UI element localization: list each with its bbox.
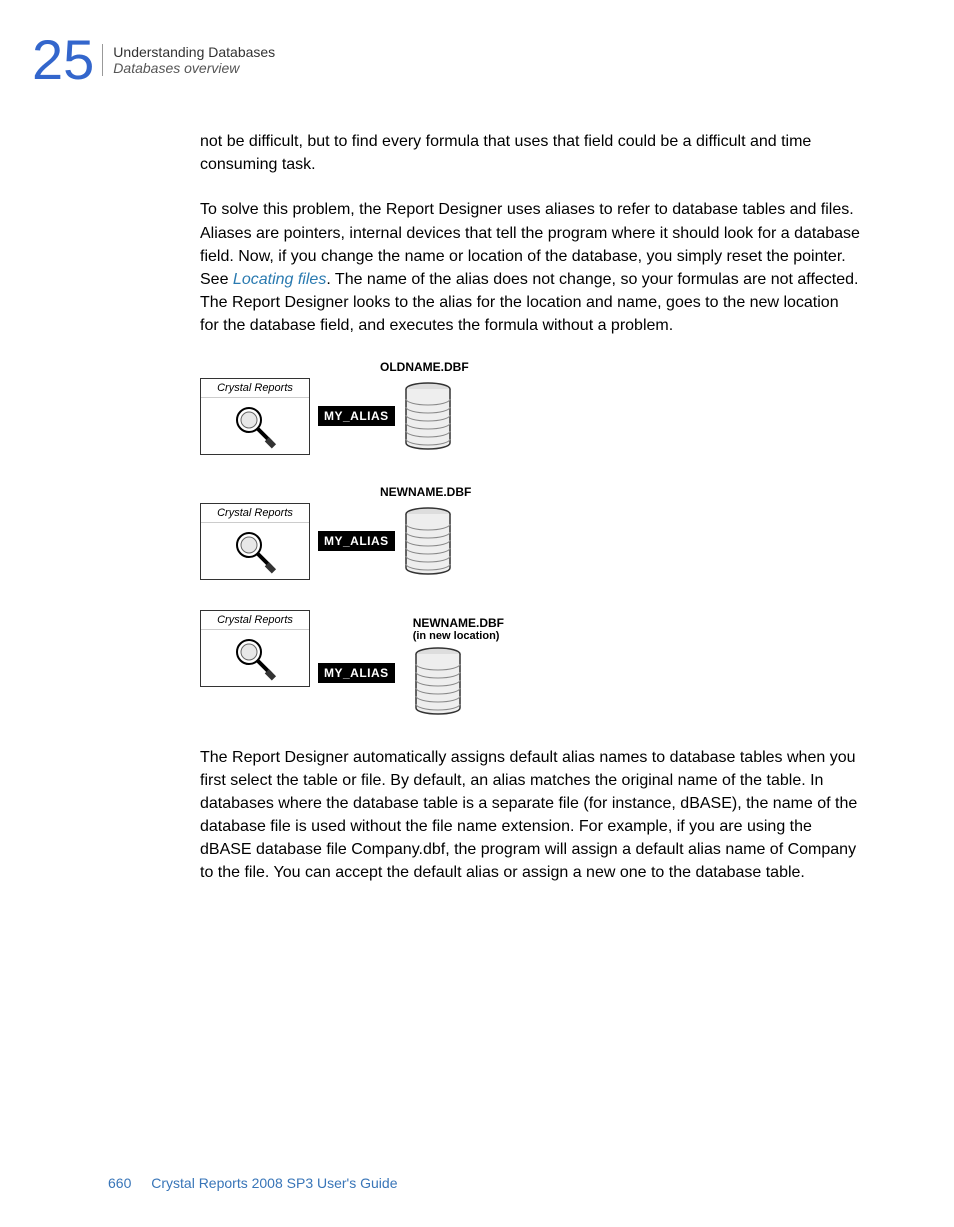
magnifier-icon: [231, 527, 279, 575]
magnifier-icon: [231, 634, 279, 682]
locating-files-link[interactable]: Locating files: [233, 271, 326, 288]
dbname-sublabel-3: (in new location): [413, 630, 504, 642]
chapter-number: 25: [32, 32, 94, 88]
crystal-reports-label: Crystal Reports: [201, 611, 309, 630]
alias-tag: MY_ALIAS: [318, 406, 395, 426]
footer-guide-title: Crystal Reports 2008 SP3 User's Guide: [151, 1175, 397, 1191]
crystal-reports-box: Crystal Reports: [200, 610, 310, 687]
page-footer: 660 Crystal Reports 2008 SP3 User's Guid…: [108, 1175, 397, 1191]
database-cylinder-icon: [403, 506, 453, 576]
header-titles: Understanding Databases Databases overvi…: [102, 44, 275, 76]
alias-tag: MY_ALIAS: [318, 531, 395, 551]
database-cylinder-icon: [403, 381, 453, 451]
crystal-reports-box: Crystal Reports: [200, 503, 310, 580]
dbname-label-3: NEWNAME.DBF: [413, 616, 504, 630]
main-content: not be difficult, but to find every form…: [200, 130, 860, 907]
paragraph-1: not be difficult, but to find every form…: [200, 130, 860, 176]
page-header: 25 Understanding Databases Databases ove…: [32, 32, 275, 88]
dbname-label-1: OLDNAME.DBF: [380, 360, 860, 374]
crystal-reports-box: Crystal Reports: [200, 378, 310, 455]
page-subtitle: Databases overview: [113, 60, 275, 76]
paragraph-3: The Report Designer automatically assign…: [200, 746, 860, 885]
alias-tag: MY_ALIAS: [318, 663, 395, 683]
database-cylinder-icon: [413, 646, 463, 716]
dbname-label-2: NEWNAME.DBF: [380, 485, 860, 499]
figure-alias-newlocation: Crystal Reports MY_ALIAS NEWNAME.DBF (in…: [200, 610, 860, 716]
paragraph-2: To solve this problem, the Report Design…: [200, 198, 860, 337]
figure-alias-newname: NEWNAME.DBF Crystal Reports MY_ALIAS: [200, 485, 860, 580]
crystal-reports-label: Crystal Reports: [201, 504, 309, 523]
crystal-reports-label: Crystal Reports: [201, 379, 309, 398]
page-number: 660: [108, 1175, 131, 1191]
magnifier-icon: [231, 402, 279, 450]
figure-alias-oldname: OLDNAME.DBF Crystal Reports MY_ALIAS: [200, 360, 860, 455]
page-title: Understanding Databases: [113, 44, 275, 60]
